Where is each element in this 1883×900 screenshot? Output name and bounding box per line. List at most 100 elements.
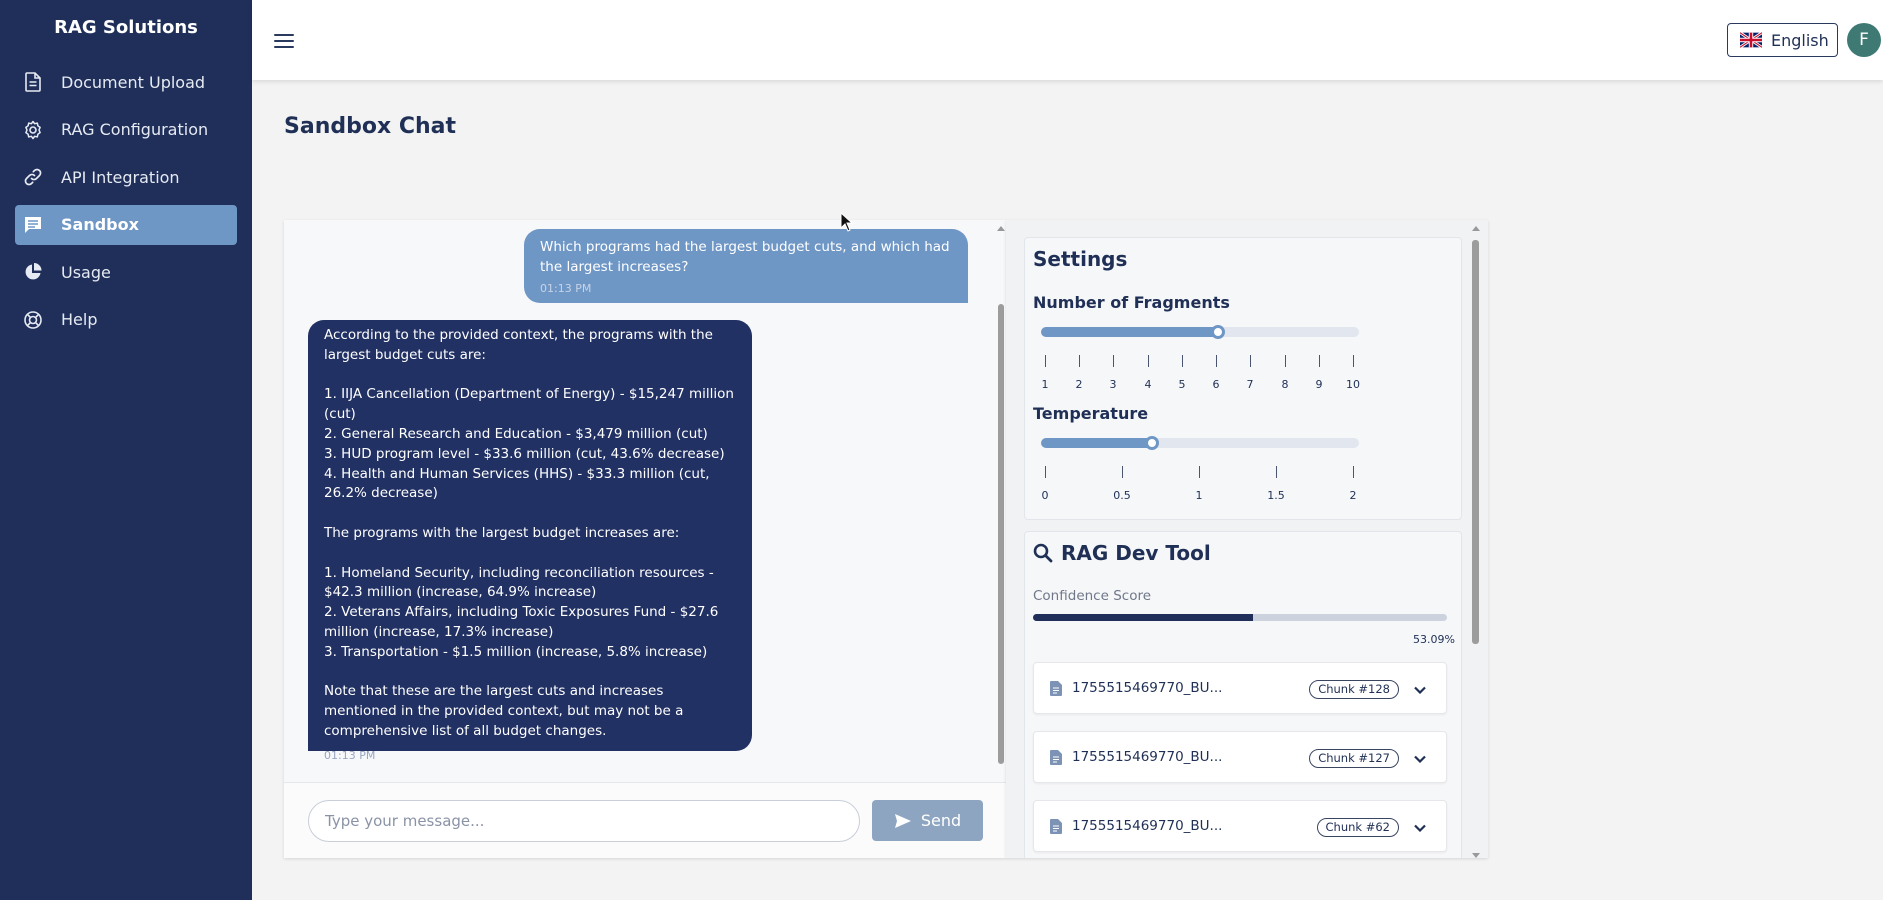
sidebar-item-rag-configuration[interactable]: RAG Configuration [15,110,237,150]
send-icon [894,813,911,828]
assistant-message-line: According to the provided context, the p… [324,327,713,363]
sidebar-item-label: Usage [61,262,111,282]
chunk-filename: 1755515469770_BU... [1072,749,1223,765]
sidebar-item-label: Help [61,310,98,329]
chunk-item[interactable]: 1755515469770_BU... Chunk #128 [1033,662,1447,714]
assistant-message-line: 3. HUD program level - $33.6 million (cu… [324,445,725,462]
temperature-slider-fill [1041,438,1152,448]
rag-dev-tool-title-row: RAG Dev Tool [1033,541,1211,565]
brand-title: RAG Solutions [54,17,198,38]
assistant-message-line: 3. Transportation - $1.5 million (increa… [324,643,708,660]
fragments-tick: 6 [1201,355,1231,391]
chevron-down-icon[interactable] [1414,824,1426,832]
fragments-tick: 5 [1167,355,1197,391]
fragments-tick: 3 [1098,355,1128,391]
avatar[interactable]: F [1847,23,1881,57]
send-button[interactable]: Send [872,800,983,841]
sidebar-item-label: Document Upload [61,72,206,92]
sidebar-item-help[interactable]: Help [15,300,237,340]
side-panel-scrollbar[interactable] [1471,226,1480,858]
confidence-value: 53.09% [1413,633,1455,646]
fragments-ticks: 1 2 3 4 5 6 7 8 9 10 [1041,355,1360,395]
temperature-tick: 0 [1030,466,1060,502]
sidebar-item-usage[interactable]: Usage [15,252,237,292]
confidence-label: Confidence Score [1033,588,1152,604]
fragments-slider-thumb[interactable] [1211,325,1225,339]
assistant-message-line [324,504,736,524]
assistant-message-line: 2. General Research and Education - $3,4… [324,425,708,442]
search-icon [1033,543,1053,563]
confidence-bar [1033,614,1447,621]
chat-icon [22,214,44,236]
chat-scrollbar[interactable] [996,226,1005,782]
assistant-message-line: Note that these are the largest cuts and… [324,683,684,739]
fragments-tick: 9 [1304,355,1334,391]
document-icon [1050,819,1062,834]
page-title: Sandbox Chat [284,114,456,139]
side-panel: Settings Number of Fragments 1 2 3 4 5 6 7 8 9 10… [1006,220,1488,858]
assistant-message-line: 2. Veterans Affairs, including Toxic Exp… [324,604,719,640]
language-selector[interactable]: English [1727,23,1838,57]
send-label: Send [920,811,962,830]
chunk-item[interactable]: 1755515469770_BU... Chunk #62 [1033,800,1447,852]
rag-dev-tool-card: RAG Dev Tool Confidence Score 53.09% 175… [1024,531,1462,858]
temperature-tick: 1.5 [1261,466,1291,502]
chunk-badge: Chunk #62 [1316,818,1399,837]
top-bar: English F [252,0,1883,80]
user-message-text: Which programs had the largest budget cu… [540,239,950,275]
assistant-message-line: 4. Health and Human Services (HHS) - $33… [324,465,710,502]
sidebar-item-label: RAG Configuration [61,120,209,139]
hamburger-menu-icon[interactable] [274,34,294,50]
message-input[interactable] [308,800,860,842]
fragments-tick: 7 [1235,355,1265,391]
assistant-message-line: 1. Homeland Security, including reconcil… [324,564,714,601]
temperature-tick: 2 [1338,466,1368,502]
temperature-slider[interactable] [1041,436,1359,450]
fragments-label: Number of Fragments [1033,293,1230,312]
rag-dev-tool-title: RAG Dev Tool [1061,541,1211,565]
assistant-message-line [324,366,736,386]
temperature-ticks: 0 0.5 1 1.5 2 [1041,466,1359,506]
pie-chart-icon [22,261,44,283]
sidebar-item-label: API Integration [61,167,180,187]
sidebar-item-label: Sandbox [61,215,139,234]
sidebar: RAG Solutions Document Upload RAG Config… [0,0,252,900]
chat-scroll-thumb[interactable] [998,304,1004,764]
side-panel-scroll-thumb[interactable] [1472,240,1479,644]
fragments-slider[interactable] [1041,325,1359,339]
scroll-up-icon[interactable] [1472,226,1480,231]
uk-flag-icon [1740,32,1762,48]
temperature-tick: 0.5 [1107,466,1137,502]
sidebar-item-document-upload[interactable]: Document Upload [15,62,237,102]
assistant-message-line [324,663,736,683]
assistant-message-line: 1. IIJA Cancellation (Department of Ener… [324,386,734,423]
chunk-badge: Chunk #127 [1309,749,1399,768]
scroll-up-icon[interactable] [997,226,1005,231]
fragments-slider-fill [1041,327,1218,337]
fragments-tick: 8 [1270,355,1300,391]
gear-icon [22,119,44,141]
assistant-message-line [324,544,736,564]
chunk-filename: 1755515469770_BU... [1072,680,1223,696]
assistant-message: According to the provided context, the p… [308,320,752,762]
scroll-down-icon[interactable] [1472,853,1480,858]
fragments-tick: 1 [1030,355,1060,391]
chevron-down-icon[interactable] [1414,686,1426,694]
chevron-down-icon[interactable] [1414,755,1426,763]
temperature-slider-thumb[interactable] [1145,436,1159,450]
document-icon [1050,750,1062,765]
sidebar-item-sandbox[interactable]: Sandbox [15,204,237,245]
mouse-cursor-icon [840,212,854,232]
temperature-label: Temperature [1033,404,1149,423]
sidebar-nav: Document Upload RAG Configuration API In… [15,62,237,347]
settings-title: Settings [1033,247,1128,271]
assistant-message-time: 01:13 PM [324,748,376,762]
message-list: Which programs had the largest budget cu… [284,220,1006,782]
chunk-filename: 1755515469770_BU... [1072,818,1223,834]
document-icon [1050,681,1062,696]
fragments-tick: 10 [1338,355,1368,391]
lifebuoy-icon [22,309,44,331]
sidebar-item-api-integration[interactable]: API Integration [15,157,237,197]
chunk-item[interactable]: 1755515469770_BU... Chunk #127 [1033,731,1447,783]
confidence-bar-fill [1033,614,1253,621]
